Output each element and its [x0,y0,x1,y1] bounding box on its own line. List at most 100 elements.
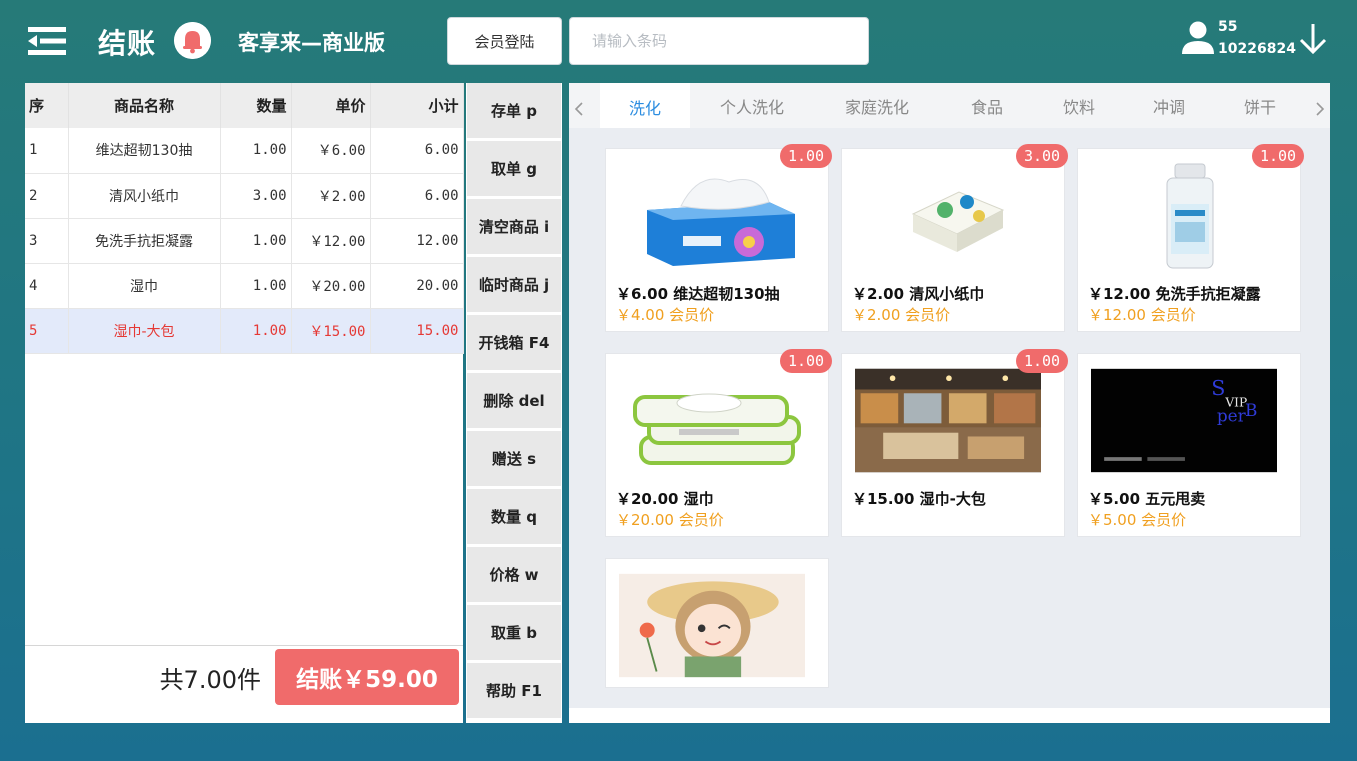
tab-food[interactable]: 食品 [960,83,1014,128]
price-button[interactable]: 价格 w [467,547,561,602]
row-qty: 1.00 [220,218,292,264]
open-cash-drawer-button[interactable]: 开钱箱 F4 [467,315,561,370]
table-row[interactable]: 4 湿巾 1.00 ￥20.00 20.00 [25,263,464,309]
tab-xihua[interactable]: 洗化 [600,83,690,128]
clear-goods-button[interactable]: 清空商品 i [467,199,561,254]
product-card[interactable]: 1.00 ￥20.00 湿巾 ￥20.00 会员价 [605,349,832,537]
cartoon-girl-image [619,573,805,678]
function-button-column: 存单 p 取单 g 清空商品 i 临时商品 j 开钱箱 F4 删除 del 赠送… [466,83,562,723]
product-card[interactable]: 1.00 ￥12.00 免洗手抗拒凝露 ￥12.00 会员价 [1077,144,1304,332]
row-price: ￥15.00 [291,308,371,354]
page-title: 结账 [98,27,157,60]
tissue-box-image [619,162,817,272]
row-subtotal: 20.00 [370,263,464,309]
tab-biscuits[interactable]: 饼干 [1233,83,1287,128]
row-name: 清风小纸巾 [68,173,221,219]
total-count: 共7.00件 [159,666,261,694]
order-table: 序 商品名称 数量 单价 小计 1 维达超韧130抽 1.00 ￥6.00 6.… [25,83,464,354]
table-row[interactable]: 2 清风小纸巾 3.00 ￥2.00 6.00 [25,173,464,219]
column-header-name: 商品名称 [68,83,221,128]
row-name: 维达超韧130抽 [68,128,221,174]
user-avatar-icon[interactable] [1180,20,1216,56]
row-index: 4 [25,263,69,309]
column-header-subtotal: 小计 [370,83,464,128]
row-name: 免洗手抗拒凝露 [68,218,221,264]
member-price: ￥20.00 会员价 [616,511,724,529]
quantity-badge: 1.00 [1252,144,1304,168]
quantity-badge: 1.00 [1016,349,1068,373]
quantity-badge: 1.00 [780,349,832,373]
row-qty: 1.00 [220,263,292,309]
column-header-index: 序 [25,83,69,128]
member-price: ￥4.00 会员价 [616,306,715,324]
row-index: 5 [25,308,69,354]
wet-wipes-image [619,367,817,477]
row-price: ￥20.00 [291,263,371,309]
product-card[interactable]: 3.00 ￥2.00 清风小纸巾 ￥2.00 会员价 [841,144,1068,332]
row-name: 湿巾 [68,263,221,309]
bell-icon[interactable] [174,22,211,59]
menu-icon[interactable] [28,26,66,56]
row-price: ￥6.00 [291,128,371,174]
member-login-button[interactable]: 会员登陆 [447,17,562,65]
chevron-left-icon[interactable] [572,95,586,123]
column-header-qty: 数量 [220,83,292,128]
row-name: 湿巾-大包 [68,308,221,354]
quantity-badge: 3.00 [1016,144,1068,168]
row-qty: 1.00 [220,128,292,174]
goods-bottom-strip [569,708,1330,723]
tab-drinks[interactable]: 饮料 [1052,83,1106,128]
tab-household-care[interactable]: 家庭洗化 [831,83,923,128]
row-subtotal: 12.00 [370,218,464,264]
svg-text:B: B [1245,400,1257,420]
user-id: 55 [1218,19,1238,35]
member-price: ￥5.00 会员价 [1088,511,1187,529]
arrow-down-icon[interactable] [1297,22,1329,56]
delete-button[interactable]: 删除 del [467,373,561,428]
save-order-button[interactable]: 存单 p [467,83,561,138]
product-card[interactable]: 1.00 ￥15.00 湿巾-大包 [841,349,1068,537]
category-tabs: 洗化 个人洗化 家庭洗化 食品 饮料 冲调 饼干 [569,83,1330,128]
product-price-name: ￥15.00 湿巾-大包 [852,490,986,508]
gift-button[interactable]: 赠送 s [467,431,561,486]
table-row[interactable]: 1 维达超韧130抽 1.00 ￥6.00 6.00 [25,128,464,174]
tab-instant-drinks[interactable]: 冲调 [1142,83,1196,128]
product-price-name: ￥20.00 湿巾 [616,490,714,508]
goods-panel: 洗化 个人洗化 家庭洗化 食品 饮料 冲调 饼干 1.00 ￥6.00 维达超韧… [569,83,1330,723]
row-qty: 1.00 [220,308,292,354]
sanitizer-bottle-image [1091,162,1289,272]
chevron-right-icon[interactable] [1313,95,1327,123]
temp-goods-button[interactable]: 临时商品 j [467,257,561,312]
row-subtotal: 15.00 [370,308,464,354]
svg-text:S: S [1211,376,1225,400]
row-subtotal: 6.00 [370,173,464,219]
row-qty: 3.00 [220,173,292,219]
product-price-name: ￥5.00 五元甩卖 [1088,490,1206,508]
retrieve-order-button[interactable]: 取单 g [467,141,561,196]
quantity-button[interactable]: 数量 q [467,489,561,544]
order-panel: 序 商品名称 数量 单价 小计 1 维达超韧130抽 1.00 ￥6.00 6.… [25,83,464,723]
product-price-name: ￥6.00 维达超韧130抽 [616,285,780,303]
order-table-header: 序 商品名称 数量 单价 小计 [25,83,464,128]
member-price: ￥2.00 会员价 [852,306,951,324]
order-footer: 共7.00件 结账￥59.00 [25,645,463,723]
user-number: 10226824 [1218,41,1296,57]
table-row-selected[interactable]: 5 湿巾-大包 1.00 ￥15.00 15.00 [25,308,464,354]
table-row[interactable]: 3 免洗手抗拒凝露 1.00 ￥12.00 12.00 [25,218,464,264]
product-card[interactable]: S VIP per B ￥5.00 五元甩卖 ￥5.00 会员价 [1077,353,1301,537]
row-subtotal: 6.00 [370,128,464,174]
tissue-pack-image [855,162,1053,272]
quantity-badge: 1.00 [780,144,832,168]
product-card[interactable] [605,558,829,688]
checkout-button[interactable]: 结账￥59.00 [275,649,459,705]
row-index: 3 [25,218,69,264]
barcode-input[interactable] [569,17,869,65]
help-button[interactable]: 帮助 F1 [467,663,561,718]
row-price: ￥12.00 [291,218,371,264]
app-name: 客享来—商业版 [238,31,385,55]
product-card[interactable]: 1.00 ￥6.00 维达超韧130抽 ￥4.00 会员价 [605,144,832,332]
tab-personal-care[interactable]: 个人洗化 [706,83,798,128]
svg-text:per: per [1217,405,1247,425]
row-index: 1 [25,128,69,174]
weigh-button[interactable]: 取重 b [467,605,561,660]
